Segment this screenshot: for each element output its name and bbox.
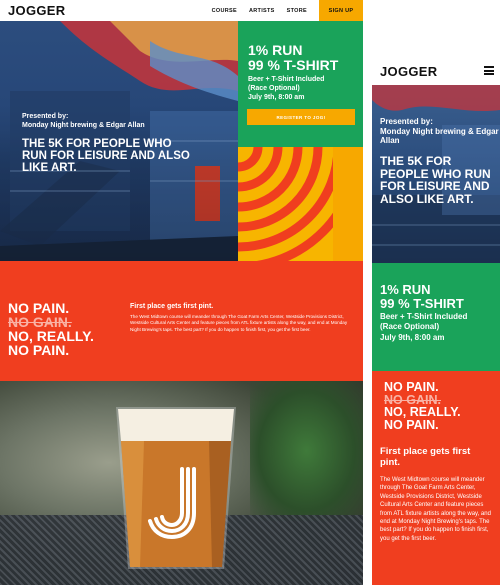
mobile-slogan-line-1: No pain. (384, 380, 439, 394)
mobile-hero: Presented by: Monday Night brewing & Edg… (372, 85, 500, 263)
presenters-text: Monday Night brewing & Edgar Allan (22, 121, 145, 129)
background-foliage (250, 381, 363, 521)
slogan-line-2: No gain. (8, 314, 72, 330)
event-title-line1: 1% RUN (248, 42, 303, 58)
mobile-event-panel: 1% RUN 99 % T-SHIRT Beer + T-Shirt Inclu… (372, 263, 500, 371)
concentric-art-graphic (238, 147, 363, 261)
mobile-event-detail-1: Beer + T-Shirt Included (380, 312, 468, 321)
desktop-mockup: JOGGER COURSE ARTISTS STORE SIGN UP Pres… (0, 0, 363, 585)
beer-glass-image (116, 407, 236, 569)
site-header: JOGGER COURSE ARTISTS STORE SIGN UP (0, 0, 363, 21)
hero-tagline: The 5K for people who run for leisure an… (22, 138, 190, 175)
mobile-event-title-line1: 1% RUN (380, 282, 431, 297)
main-nav: COURSE ARTISTS STORE SIGN UP (212, 0, 363, 21)
nav-store[interactable]: STORE (287, 8, 307, 14)
no-pain-slogan: No pain. No gain. No, really. No pain. (8, 301, 94, 357)
site-logo[interactable]: JOGGER (8, 3, 65, 18)
register-button[interactable]: Register to jog! (247, 109, 355, 125)
slogan-line-3: No, really. (8, 328, 94, 344)
event-title: 1% RUN 99 % T-SHIRT (248, 43, 338, 72)
mobile-slogan-line-3: No, really. (384, 405, 461, 419)
mobile-slogan-line-4: No pain. (384, 417, 439, 432)
slogan-section: No pain. No gain. No, really. No pain. F… (0, 261, 363, 381)
mobile-header: JOGGER (372, 58, 500, 85)
event-detail-3: July 9th, 8:00 am (248, 94, 305, 102)
mobile-info-body: The West Midtown course will meander thr… (380, 477, 491, 542)
nav-artists[interactable]: ARTISTS (249, 8, 275, 14)
mobile-presented-label: Presented by: (380, 117, 433, 126)
mobile-info-heading: First place gets first pint. (380, 446, 471, 468)
mobile-slogan-line-2: No gain. (384, 392, 441, 407)
concentric-arcs-icon (238, 147, 363, 261)
mobile-event-detail-2: (Race Optional) (380, 322, 440, 332)
event-title-line2: 99 % T-SHIRT (248, 56, 339, 73)
presented-label: Presented by: (22, 113, 69, 120)
info-heading: First place gets first pint. (130, 303, 214, 310)
mobile-slogan-section: No pain. No gain. No, really. No pain. F… (372, 371, 500, 585)
presented-by: Presented by: Monday Night brewing & Edg… (22, 113, 145, 131)
event-detail-2: (Race Optional) (248, 85, 300, 93)
signup-button[interactable]: SIGN UP (319, 0, 363, 21)
slogan-line-4: No pain. (8, 342, 70, 358)
mobile-logo[interactable]: JOGGER (380, 64, 437, 79)
event-details: Beer + T-Shirt Included (Race Optional) … (248, 75, 324, 102)
slogan-line-1: No pain. (8, 300, 70, 316)
mobile-mockup: JOGGER Presented by: Monday Night brewin… (372, 58, 500, 585)
mobile-event-title-line2: 99 % T-SHIRT (380, 295, 464, 311)
info-body: The West Midtown course will meander thr… (130, 314, 348, 332)
mobile-presented-by: Presented by: Monday Night brewing & Edg… (380, 117, 500, 146)
nav-course[interactable]: COURSE (212, 8, 237, 14)
mobile-presenters-text: Monday Night brewing & Edgar Allan (380, 126, 499, 146)
mobile-event-title: 1% RUN 99 % T-SHIRT (380, 283, 464, 310)
mobile-hero-tagline: The 5K for people who run for leisure an… (380, 154, 491, 206)
event-detail-1: Beer + T-Shirt Included (248, 76, 325, 83)
hero-section: Presented by: Monday Night brewing & Edg… (0, 21, 238, 261)
hamburger-menu-icon[interactable] (484, 66, 494, 75)
event-info-panel: 1% RUN 99 % T-SHIRT Beer + T-Shirt Inclu… (238, 21, 363, 147)
mobile-event-detail-3: July 9th, 8:00 am (380, 332, 445, 342)
beer-photo (0, 381, 363, 585)
mobile-event-details: Beer + T-Shirt Included (Race Optional) … (380, 312, 467, 343)
mobile-no-pain-slogan: No pain. No gain. No, really. No pain. (384, 381, 461, 431)
